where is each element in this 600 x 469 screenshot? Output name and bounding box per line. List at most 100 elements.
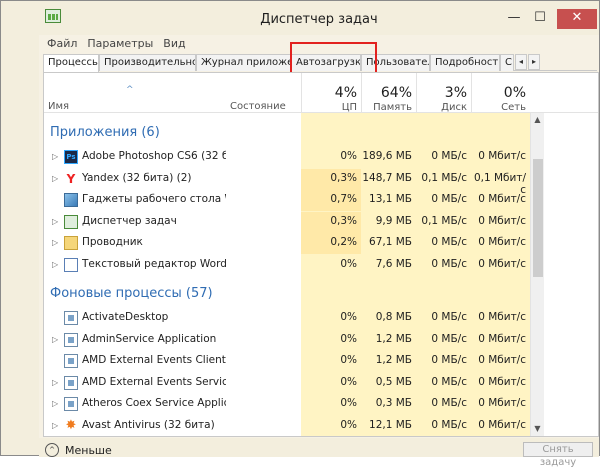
wordpad-icon [64, 257, 78, 272]
tab-scroll-right-icon[interactable]: ▸ [528, 54, 540, 70]
process-list-panel: ^ Имя Состояние 4% ЦП 64% Память 3% Диск… [43, 72, 599, 437]
header-cpu[interactable]: 4% ЦП [301, 73, 361, 113]
process-net-value: 0 Мбит/с [478, 236, 526, 248]
process-row[interactable]: ▷ AMD External Events Service Module 0% 0,5… [44, 373, 530, 394]
process-row[interactable]: ▷ Adobe Photoshop CS6 (32 бита) 0% 189,6 МБ… [44, 147, 530, 168]
process-cpu-value: 0,7% [330, 193, 357, 205]
scroll-up-icon[interactable]: ▲ [531, 113, 544, 127]
header-memory-label: Память [373, 102, 412, 113]
expand-arrow-icon[interactable]: ▷ [52, 174, 58, 183]
expand-arrow-icon[interactable]: ▷ [52, 421, 58, 430]
process-row[interactable]: ▷ Y Yandex (32 бита) (2) 0,3% 148,7 МБ 0,1 МБ… [44, 168, 530, 196]
header-network[interactable]: 0% Сеть [471, 73, 530, 113]
process-disk-value: 0 МБ/с [431, 397, 467, 409]
column-header-row: ^ Имя Состояние 4% ЦП 64% Память 3% Диск… [44, 73, 598, 113]
tab-performance[interactable]: Производительность [99, 54, 196, 71]
process-name: ActivateDesktop [82, 311, 169, 323]
process-mem-value: 148,7 МБ [362, 171, 412, 184]
process-net-value: 0 Мбит/с [478, 311, 526, 323]
sort-arrow-icon: ^ [126, 85, 134, 95]
header-name[interactable]: Имя [48, 101, 69, 112]
tab-details[interactable]: Подробности [430, 54, 500, 71]
group-title-applications[interactable]: Приложения (6) [50, 125, 160, 140]
menu-view[interactable]: Вид [163, 37, 185, 53]
process-cpu-value: 0% [340, 354, 357, 366]
process-disk-value: 0 МБ/с [431, 236, 467, 248]
menu-file[interactable]: Файл [47, 37, 77, 53]
expand-arrow-icon[interactable]: ▷ [52, 238, 58, 247]
process-cpu-value: 0% [340, 418, 357, 431]
expand-arrow-icon[interactable]: ▷ [52, 399, 58, 408]
expand-arrow-icon[interactable]: ▷ [52, 217, 58, 226]
process-mem-value: 0,3 МБ [375, 397, 412, 409]
minimize-button[interactable]: — [501, 9, 527, 29]
process-cpu-value: 0% [340, 375, 357, 388]
process-name: Проводник [82, 236, 143, 248]
header-status[interactable]: Состояние [230, 101, 286, 112]
process-row[interactable]: ▷ Диспетчер задач 0,3% 9,9 МБ 0,1 МБ/с 0 Мбит… [44, 211, 530, 233]
service-icon [64, 375, 78, 390]
fewer-details-link[interactable]: Меньше [65, 444, 112, 457]
yandex-icon: Y [66, 171, 76, 186]
expand-arrow-icon[interactable]: ▷ [52, 378, 58, 387]
end-task-button[interactable]: Снять задачу [523, 442, 593, 468]
expand-arrow-icon[interactable]: ▷ [52, 152, 58, 161]
process-mem-value: 9,9 МБ [375, 214, 412, 227]
process-mem-value: 0,5 МБ [375, 375, 412, 388]
process-mem-value: 7,6 МБ [375, 257, 412, 270]
maximize-button[interactable]: ☐ [527, 9, 553, 29]
process-row[interactable]: Гаджеты рабочего стола Windows 0,7% 13,1 М… [44, 190, 530, 211]
process-net-value: 0 Мбит/с [478, 418, 526, 431]
scroll-thumb[interactable] [533, 159, 543, 277]
menu-bar: Файл Параметры Вид [39, 37, 186, 53]
process-row[interactable]: ▷ AdminService Application 0% 1,2 МБ 0 МБ/с 0… [44, 330, 530, 351]
tab-processes[interactable]: Процессы [43, 54, 99, 72]
tab-app-history[interactable]: Журнал приложений [196, 54, 291, 71]
process-mem-value: 0,8 МБ [375, 311, 412, 323]
collapse-details-icon[interactable]: ^ [45, 443, 59, 457]
process-cpu-value: 0% [340, 332, 357, 345]
process-name: Yandex (32 бита) (2) [82, 171, 192, 184]
process-net-value: 0 Мбит/с [478, 193, 526, 205]
photoshop-icon [64, 150, 78, 164]
process-row[interactable]: ▷ ✸ Avast Antivirus (32 бита) 0% 12,1 МБ 0 МБ… [44, 416, 530, 437]
process-row[interactable]: ActivateDesktop 0% 0,8 МБ 0 МБ/с 0 Мбит/с [44, 308, 530, 329]
process-mem-value: 189,6 МБ [362, 150, 412, 162]
process-row[interactable]: AMD External Events Client Module 0% 1,2 М… [44, 351, 530, 372]
process-cpu-value: 0% [340, 257, 357, 270]
gadgets-icon [64, 193, 78, 207]
close-button[interactable]: ✕ [557, 9, 597, 29]
group-title-background[interactable]: Фоновые процессы (57) [50, 286, 213, 301]
process-disk-value: 0 МБ/с [431, 375, 467, 388]
process-cpu-value: 0,3% [330, 214, 357, 227]
process-cpu-value: 0,3% [330, 171, 357, 184]
process-name: AdminService Application [82, 332, 217, 345]
process-disk-value: 0 МБ/с [431, 150, 467, 162]
process-net-value: 0 Мбит/с [478, 332, 526, 345]
process-disk-value: 0,1 МБ/с [421, 214, 467, 227]
header-disk[interactable]: 3% Диск [416, 73, 471, 113]
process-row[interactable]: ▷ Проводник 0,2% 67,1 МБ 0 МБ/с 0 Мбит/с [44, 233, 530, 254]
scroll-down-icon[interactable]: ▼ [531, 422, 544, 436]
tab-scroll-left-icon[interactable]: ◂ [515, 54, 527, 70]
process-net-value: 0 Мбит/с [478, 150, 526, 162]
process-mem-value: 13,1 МБ [369, 193, 412, 205]
avast-icon: ✸ [65, 417, 77, 433]
title-bar[interactable]: Диспетчер задач — ☐ ✕ [39, 1, 599, 35]
vertical-scrollbar[interactable]: ▲ ▼ [530, 113, 544, 436]
tab-services[interactable]: С [500, 54, 514, 71]
expand-arrow-icon[interactable]: ▷ [52, 335, 58, 344]
process-row[interactable]: ▷ Текстовый редактор Wordpad 0% 7,6 МБ 0 МБ/… [44, 255, 530, 276]
service-icon [64, 311, 78, 325]
header-network-label: Сеть [501, 102, 526, 113]
process-name: Adobe Photoshop CS6 (32 бита) [82, 150, 226, 162]
process-cpu-value: 0,2% [330, 236, 357, 248]
window-frame-edge [1, 1, 39, 455]
menu-options[interactable]: Параметры [87, 37, 153, 53]
process-row[interactable]: ▷ Atheros Coex Service Application 0% 0,3 М… [44, 394, 530, 415]
process-name: Диспетчер задач [82, 214, 177, 227]
header-memory[interactable]: 64% Память [361, 73, 416, 113]
process-cpu-value: 0% [340, 311, 357, 323]
task-manager-window: Диспетчер задач — ☐ ✕ Файл Параметры Вид… [0, 0, 600, 468]
expand-arrow-icon[interactable]: ▷ [52, 260, 58, 269]
